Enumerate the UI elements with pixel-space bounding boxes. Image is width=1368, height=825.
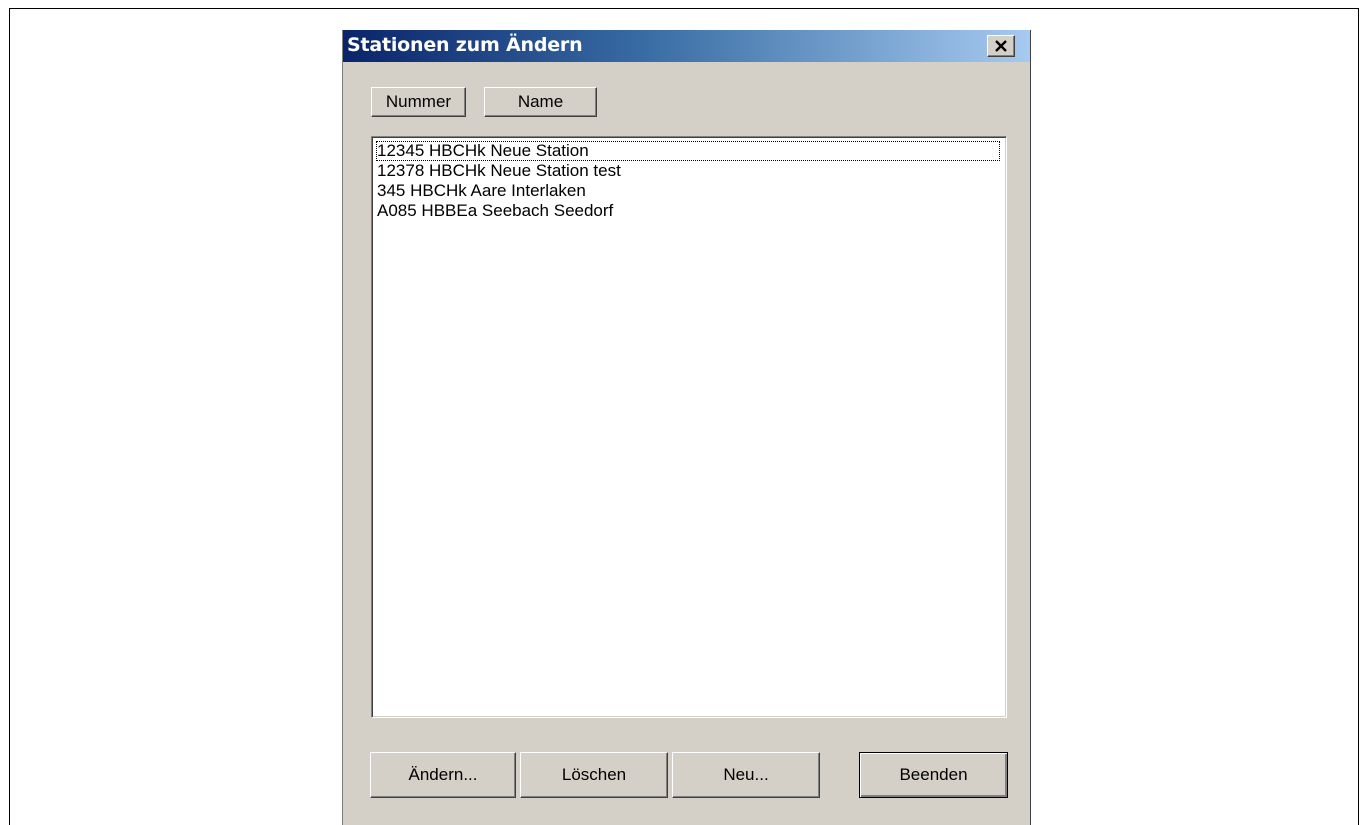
sort-by-number-label: Nummer bbox=[385, 92, 452, 111]
edit-button[interactable]: Ändern... bbox=[370, 752, 516, 798]
sort-by-name-button[interactable]: Name bbox=[484, 87, 597, 117]
list-item[interactable]: A085 HBBEa Seebach Seedorf bbox=[376, 201, 1000, 221]
title-bar[interactable]: Stationen zum Ändern bbox=[343, 30, 1030, 62]
list-item[interactable]: 12378 HBCHk Neue Station test bbox=[376, 161, 1000, 181]
new-button-label: Neu... bbox=[723, 765, 769, 784]
delete-button[interactable]: Löschen bbox=[520, 752, 668, 798]
stations-dialog: Stationen zum Ändern Nummer Name 12345 H… bbox=[342, 30, 1031, 825]
sort-by-number-button[interactable]: Nummer bbox=[371, 87, 466, 117]
list-item[interactable]: 12345 HBCHk Neue Station bbox=[376, 141, 1000, 161]
close-icon bbox=[995, 40, 1007, 52]
stations-listbox[interactable]: 12345 HBCHk Neue Station 12378 HBCHk Neu… bbox=[371, 136, 1007, 718]
delete-button-label: Löschen bbox=[561, 765, 627, 784]
list-item[interactable]: 345 HBCHk Aare Interlaken bbox=[376, 181, 1000, 201]
edit-button-label: Ändern... bbox=[408, 765, 478, 784]
exit-button-label: Beenden bbox=[899, 765, 968, 784]
close-button[interactable] bbox=[987, 35, 1015, 57]
new-button[interactable]: Neu... bbox=[672, 752, 820, 798]
exit-button[interactable]: Beenden bbox=[859, 752, 1008, 798]
dialog-title: Stationen zum Ändern bbox=[347, 34, 583, 56]
sort-by-name-label: Name bbox=[517, 92, 564, 111]
